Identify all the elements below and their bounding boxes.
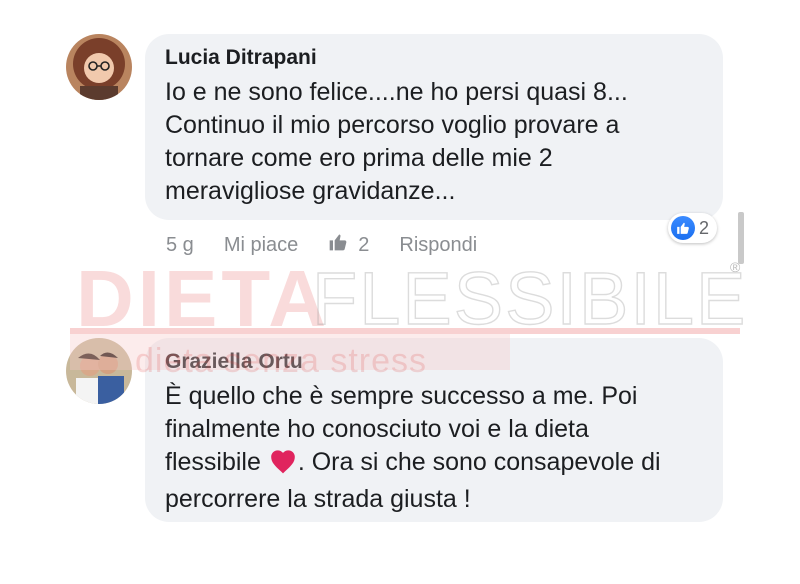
thumbs-up-icon <box>328 232 348 258</box>
reaction-badge[interactable]: 2 <box>668 213 718 243</box>
comment-bubble-graziella: Graziella Ortu È quello che è sempre suc… <box>145 338 723 522</box>
reply-button[interactable]: Rispondi <box>399 234 477 257</box>
comment-author[interactable]: Graziella Ortu <box>165 350 703 374</box>
watermark-brand-part1: DIETA <box>76 258 330 343</box>
comment-time[interactable]: 5 g <box>166 234 194 257</box>
comment-author[interactable]: Lucia Ditrapani <box>165 46 703 70</box>
avatar-lucia[interactable] <box>66 34 132 100</box>
avatar-graziella[interactable] <box>66 338 132 404</box>
comment-bubble-lucia: Lucia Ditrapani Io e ne sono felice....n… <box>145 34 723 220</box>
thumbs-up-icon <box>671 216 695 240</box>
reaction-count: 2 <box>699 217 710 238</box>
scrollbar[interactable] <box>738 212 744 264</box>
avatar-image <box>66 34 132 100</box>
comment-text: Io e ne sono felice....ne ho persi quasi… <box>165 78 628 205</box>
watermark-brand-part2: FLESSIBILE <box>312 258 747 340</box>
like-button[interactable]: Mi piace <box>224 234 298 257</box>
heart-icon <box>268 448 298 483</box>
avatar-image <box>66 338 132 404</box>
comment-actions: 5 g Mi piace 2 Rispondi <box>166 232 477 258</box>
comment-text: È quello che è sempre successo a me. Poi… <box>165 380 703 516</box>
like-count: 2 <box>358 233 370 256</box>
